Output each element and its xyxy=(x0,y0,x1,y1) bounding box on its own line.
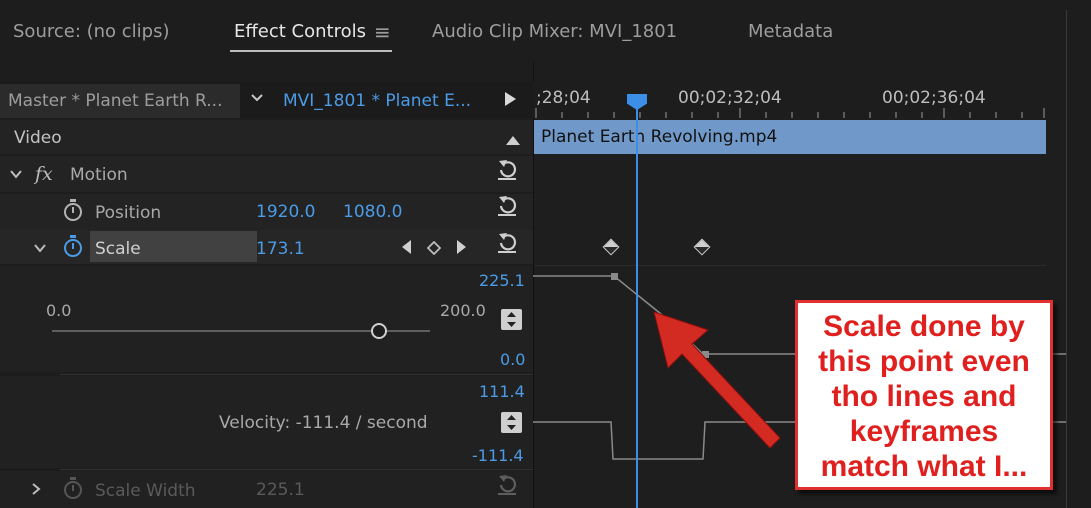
scale-value[interactable]: 173.1 xyxy=(256,241,305,258)
stopwatch-disabled-icon xyxy=(64,477,82,499)
expand-chevron-icon[interactable] xyxy=(9,166,23,185)
scale-width-label: Scale Width xyxy=(95,481,196,501)
scale-width-value: 225.1 xyxy=(256,480,305,500)
stopwatch-active-icon[interactable] xyxy=(64,235,82,257)
annotation-line: tho lines and xyxy=(831,380,1017,413)
velocity-max: 111.4 xyxy=(479,382,525,401)
collapse-up-icon[interactable] xyxy=(505,131,521,150)
reset-icon xyxy=(496,473,518,501)
expand-chevron-icon[interactable] xyxy=(31,481,43,500)
ruler-ticks xyxy=(535,108,1045,118)
previous-keyframe-icon[interactable] xyxy=(400,239,412,259)
tab-source[interactable]: Source: (no clips) xyxy=(13,21,170,42)
add-keyframe-icon[interactable] xyxy=(426,240,442,259)
fx-badge[interactable]: fx xyxy=(35,163,53,185)
motion-label: Motion xyxy=(70,165,128,185)
annotation-line: match what I... xyxy=(820,450,1028,483)
clip-bar-label: Planet Earth Revolving.mp4 xyxy=(541,127,778,147)
playhead-line xyxy=(636,100,638,508)
reset-icon[interactable] xyxy=(496,158,518,186)
tab-audio-clip-mixer[interactable]: Audio Clip Mixer: MVI_1801 xyxy=(432,21,677,42)
annotation-line: this point even xyxy=(818,345,1030,378)
slider-max-label: 200.0 xyxy=(440,301,486,320)
annotation-line: keyframes xyxy=(849,415,999,448)
fit-graph-icon[interactable] xyxy=(501,309,522,330)
master-clip-label: Master * Planet Earth R... xyxy=(8,91,223,111)
chevron-down-icon[interactable] xyxy=(250,90,264,109)
velocity-min: -111.4 xyxy=(472,446,524,465)
tab-effect-controls[interactable]: Effect Controls xyxy=(234,21,366,42)
collapse-chevron-icon[interactable] xyxy=(33,240,47,259)
scale-slider-thumb[interactable] xyxy=(370,323,387,339)
panel-menu-icon[interactable]: ≡ xyxy=(374,20,391,44)
velocity-readout: Velocity: -111.4 / second xyxy=(219,413,428,433)
annotation-arrow xyxy=(653,311,781,449)
annotation-callout: Scale done by this point even tho lines … xyxy=(795,300,1053,490)
position-x-value[interactable]: 1920.0 xyxy=(256,204,315,221)
panel-border xyxy=(1066,10,1067,508)
ruler-time-right: 00;02;36;04 xyxy=(882,88,986,108)
stopwatch-icon[interactable] xyxy=(64,199,82,221)
tab-metadata[interactable]: Metadata xyxy=(748,21,833,42)
position-label: Position xyxy=(95,203,162,223)
scale-graph-min: 0.0 xyxy=(500,350,526,369)
next-keyframe-icon[interactable] xyxy=(456,239,468,259)
video-section-label: Video xyxy=(14,128,62,148)
video-section-row xyxy=(0,120,533,154)
annotation-line: Scale done by xyxy=(823,310,1025,343)
play-triangle-icon[interactable] xyxy=(503,91,517,111)
reset-icon[interactable] xyxy=(496,231,518,259)
divider xyxy=(60,374,533,375)
scale-graph-max: 225.1 xyxy=(479,271,525,290)
fit-graph-icon[interactable] xyxy=(501,412,522,433)
reset-icon[interactable] xyxy=(496,194,518,222)
position-y-value[interactable]: 1080.0 xyxy=(343,204,402,221)
ruler-time-left: ;28;04 xyxy=(536,88,591,108)
sequence-clip-label[interactable]: MVI_1801 * Planet E... xyxy=(283,93,471,110)
ruler-time-mid: 00;02;32;04 xyxy=(678,88,782,108)
scale-label: Scale xyxy=(95,239,141,259)
divider xyxy=(60,469,533,470)
slider-min-label: 0.0 xyxy=(46,301,72,320)
active-tab-indicator xyxy=(230,50,392,52)
